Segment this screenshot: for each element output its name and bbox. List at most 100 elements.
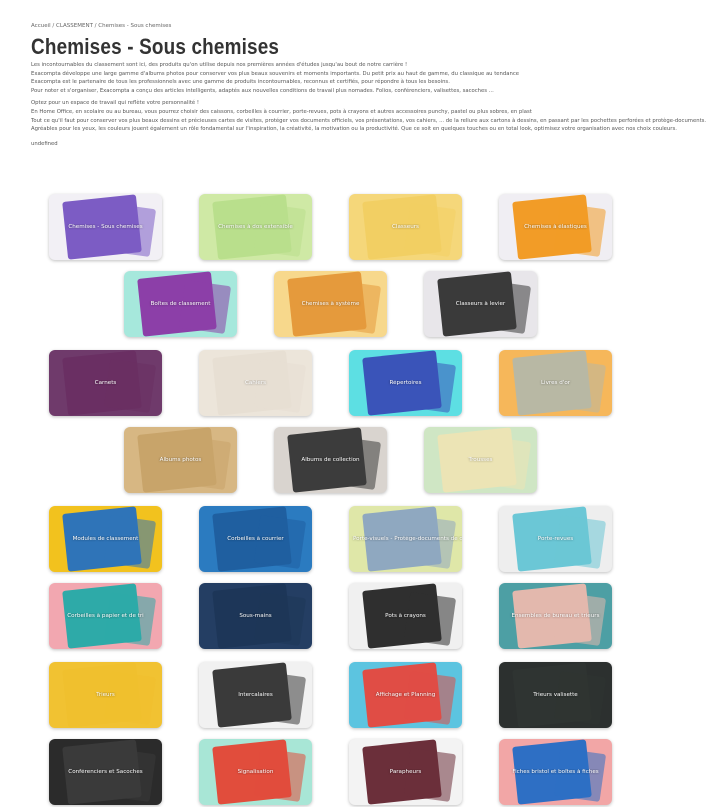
category-image-accent [403,203,457,257]
category-label: Albums photos [159,457,202,463]
category-image-accent [553,203,607,257]
category-tile[interactable]: Boîtes de classement [124,271,237,337]
category-label: Classeurs à levier [455,301,506,307]
intro-paragraph: Tout ce qu'il faut pour conserver vos pl… [31,117,707,124]
category-image-accent [253,671,307,725]
category-image-accent [403,515,457,569]
category-image-accent [103,515,157,569]
category-tile[interactable]: Porte-revues [499,506,612,572]
category-tile[interactable]: Répertoires [349,350,462,416]
category-image-accent [253,515,307,569]
category-label: Chemises - Sous chemises [68,224,143,230]
category-label: Parapheurs [389,769,422,775]
category-label: Carnets [94,380,117,386]
category-image-accent [103,748,157,802]
category-label: Chemises à système [301,301,360,307]
page-title: Chemises - Sous chemises [31,34,280,59]
category-tile[interactable]: Trousses [424,427,537,493]
intro-paragraph: Optez pour un espace de travail qui refl… [31,100,199,107]
category-label: Porte-revues [537,536,574,542]
category-label: Boîtes de classement [150,301,211,307]
category-label: Signalisation [237,769,274,775]
category-image-accent [403,592,457,646]
category-tile[interactable]: Chemises à élastiques [499,194,612,260]
category-image-accent [403,359,457,413]
category-image-accent [403,671,457,725]
category-tile[interactable]: Porte-visuels - Protège-documents de d..… [349,506,462,572]
category-tile[interactable]: Intercalaires [199,662,312,728]
category-tile[interactable]: Albums photos [124,427,237,493]
category-image-accent [253,592,307,646]
category-tile[interactable]: Carnets [49,350,162,416]
category-tile[interactable]: Livres d'or [499,350,612,416]
category-tile[interactable]: Trieurs [49,662,162,728]
category-image-accent [478,436,532,490]
category-image-accent [328,436,382,490]
category-tile[interactable]: Chemises à dos extensible [199,194,312,260]
category-image-accent [253,748,307,802]
intro-paragraph: Les incontournables du classement sont i… [31,62,408,68]
intro-paragraph: Exacompta développe une large gamme d'al… [31,70,520,77]
category-image-accent [103,592,157,646]
category-label: Corbeilles à papier et de tri [67,613,144,619]
category-label: Trieurs [96,692,115,698]
category-image-accent [553,515,607,569]
category-label: Intercalaires [238,692,273,698]
category-image-accent [553,748,607,802]
intro-paragraph: Agréables pour les yeux, les couleurs jo… [31,126,677,133]
category-label: Classeurs [392,224,419,230]
category-image-accent [403,748,457,802]
category-tile[interactable]: Chemises - Sous chemises [49,194,162,260]
category-tile[interactable]: Parapheurs [349,739,462,805]
category-tile[interactable]: Corbeilles à courrier [199,506,312,572]
category-tile[interactable]: Cahiers [199,350,312,416]
category-label: Chemises à élastiques [524,224,587,230]
category-tile[interactable]: Affichage et Planning [349,662,462,728]
category-label: Fiches bristol et boîtes à fiches [512,769,599,775]
category-image-accent [103,671,157,725]
category-image-accent [478,280,532,334]
category-tile[interactable]: Corbeilles à papier et de tri [49,583,162,649]
category-image-accent [253,203,307,257]
category-image-accent [178,436,232,490]
category-label: Répertoires [389,380,422,386]
category-label: Cahiers [244,380,267,386]
category-tile[interactable]: Fiches bristol et boîtes à fiches [499,739,612,805]
category-image-accent [553,671,607,725]
category-tile[interactable]: Conférenciers et Sacoches [49,739,162,805]
category-tile[interactable]: Classeurs à levier [424,271,537,337]
category-label: Corbeilles à courrier [227,536,284,542]
category-label: Pots à crayons [385,613,426,619]
category-label: Affichage et Planning [375,692,436,698]
category-tile[interactable]: Signalisation [199,739,312,805]
category-image-accent [253,359,307,413]
category-image-accent [103,203,157,257]
category-tile[interactable]: Albums de collection [274,427,387,493]
category-label: Albums de collection [301,457,360,463]
category-tile[interactable]: Pots à crayons [349,583,462,649]
category-tile[interactable]: Trieurs valisette [499,662,612,728]
category-image-accent [553,592,607,646]
category-image-accent [103,359,157,413]
category-label: Porte-visuels - Protège-documents de d..… [353,536,462,542]
category-label: Sous-mains [239,613,272,619]
category-label: Livres d'or [540,380,571,386]
category-label: Chemises à dos extensible [218,224,293,230]
intro-paragraph: En Home Office, en scolaire ou au bureau… [31,108,532,115]
category-image-accent [178,280,232,334]
category-label: Modules de classement [72,536,139,542]
category-label: Conférenciers et Sacoches [68,769,143,775]
intro-text: Les incontournables du classement sont i… [31,61,711,148]
category-label: Trousses [468,457,493,463]
intro-paragraph: undefined [31,140,58,147]
category-image-accent [553,359,607,413]
category-tile[interactable]: Modules de classement [49,506,162,572]
intro-paragraph: Pour noter et s'organiser, Exacompta a c… [31,87,494,94]
category-tile[interactable]: Chemises à système [274,271,387,337]
category-label: Trieurs valisette [533,692,578,698]
category-label: Ensembles de bureau et trieurs [511,613,600,619]
category-tile[interactable]: Sous-mains [199,583,312,649]
category-tile[interactable]: Ensembles de bureau et trieurs [499,583,612,649]
category-tile[interactable]: Classeurs [349,194,462,260]
breadcrumb[interactable]: Accueil / CLASSEMENT / Chemises - Sous c… [31,23,171,29]
